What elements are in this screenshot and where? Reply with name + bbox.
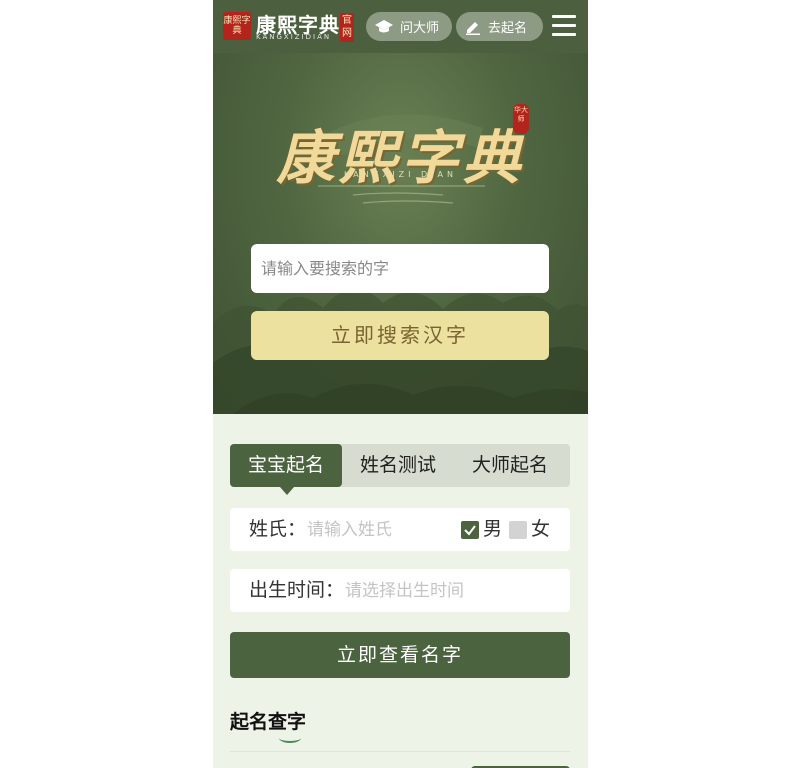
gender-female-label: 女 xyxy=(531,518,551,540)
section-title-underline xyxy=(279,733,301,743)
gender-male-label: 男 xyxy=(483,518,503,540)
logo-pinyin: KANGXIZIDIAN xyxy=(256,33,332,41)
menu-icon[interactable] xyxy=(552,15,576,37)
birth-time-label: 出生时间： xyxy=(249,579,345,601)
top-bar: 康熙字典 康熙字典 KANGXIZIDIAN 官网 问大师 去起名 xyxy=(213,0,588,53)
hero-seal: 华大师 xyxy=(513,104,529,134)
surname-label: 姓氏： xyxy=(249,518,307,540)
search-character-button[interactable]: 立即搜索汉字 xyxy=(251,311,549,360)
tab-baby-naming[interactable]: 宝宝起名 xyxy=(230,444,342,487)
ask-master-button[interactable]: 问大师 xyxy=(366,12,452,41)
view-names-button[interactable]: 立即查看名字 xyxy=(230,632,570,678)
tab-master-naming[interactable]: 大师起名 xyxy=(454,444,566,487)
go-naming-label: 去起名 xyxy=(488,21,528,36)
tab-name-test[interactable]: 姓名测试 xyxy=(342,444,454,487)
hero-banner: 康熙字典 KANGXIZI DIAN 华大师 立即搜索汉字 xyxy=(213,53,588,414)
active-tab-pointer xyxy=(280,487,294,495)
checkbox-unchecked-icon xyxy=(509,520,527,539)
section-title: 起名查字 xyxy=(230,711,307,733)
gender-female-option[interactable]: 女 xyxy=(509,508,550,551)
checkbox-checked-icon xyxy=(461,520,479,539)
gender-male-option[interactable]: 男 xyxy=(461,508,502,551)
graduation-cap-icon xyxy=(375,19,393,32)
hero-title: 康熙字典 xyxy=(276,124,525,192)
birth-time-input[interactable] xyxy=(345,577,545,604)
edit-pen-icon xyxy=(466,21,480,35)
official-site-tag: 官网 xyxy=(340,13,354,42)
surname-row: 姓氏： 男 女 xyxy=(230,508,570,551)
ask-master-label: 问大师 xyxy=(400,21,440,36)
logo-seal[interactable]: 康熙字典 xyxy=(223,12,251,40)
birth-time-row: 出生时间： xyxy=(230,569,570,612)
character-search-input[interactable] xyxy=(251,244,549,293)
naming-tabs: 宝宝起名 姓名测试 大师起名 xyxy=(230,444,570,487)
go-naming-button[interactable]: 去起名 xyxy=(456,12,543,41)
surname-input[interactable] xyxy=(307,516,447,543)
divider xyxy=(230,751,570,752)
hero-pinyin: KANGXIZI DIAN xyxy=(344,170,457,179)
mobile-page: 康熙字典 康熙字典 KANGXIZIDIAN 官网 问大师 去起名 康熙字典 K… xyxy=(213,0,588,768)
